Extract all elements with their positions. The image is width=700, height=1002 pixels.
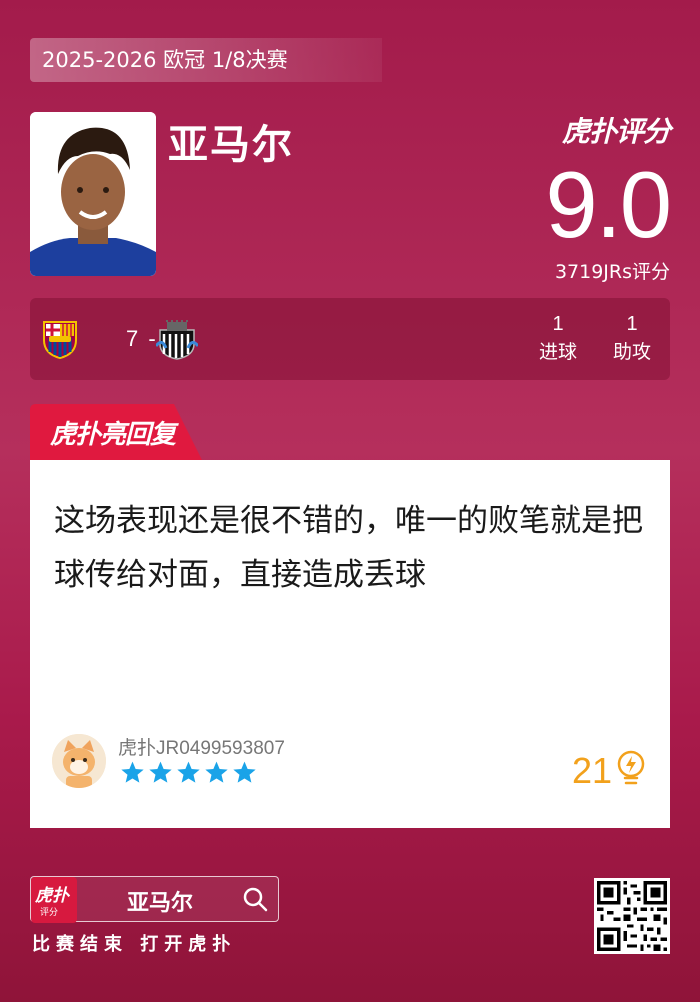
highlight-reply-tab: 虎扑亮回复 [30,404,202,460]
newcastle-crest-icon [156,320,198,360]
assists-value: 1 [626,313,638,335]
reply-card: 这场表现还是很不错的，唯一的败笔就是把球传给对面，直接造成丢球 虎扑JR0499… [30,460,670,828]
app-icon-text: 虎扑 [35,886,69,906]
barcelona-crest-icon [43,321,77,360]
goals-label: 进球 [538,341,577,363]
season-banner: 2025-2026 欧冠 1/8决赛 [30,38,382,82]
player-portrait-icon [30,112,156,276]
qr-code-icon [597,881,667,951]
match-summary: 7 - 2 1 进球 1 助攻 [30,298,670,380]
player-score: 9.0 [545,152,672,257]
qr-code [594,878,670,954]
star-rating [120,760,257,785]
hupu-rating-logo: 虎扑评分 [561,115,671,148]
assists-label: 助攻 [612,341,651,363]
like-count: 21 [571,750,612,791]
app-icon-subtext: 评分 [40,908,59,918]
star-icon [205,761,228,783]
highlight-reply-label: 虎扑亮回复 [50,420,176,450]
player-photo [30,112,156,276]
assists-stat: 1 助攻 [602,310,662,366]
search-query: 亚马尔 [127,891,194,916]
reply-username[interactable]: 虎扑JR0499593807 [118,733,285,760]
hupu-app-icon: 虎扑 评分 [31,877,77,923]
reply-text: 这场表现还是很不错的，唯一的败笔就是把球传给对面，直接造成丢球 [54,503,643,593]
star-icon [177,761,200,783]
lightbulb-icon[interactable] [616,750,646,790]
fox-avatar-icon [52,734,106,788]
rating-count: 3719JRs评分 [554,261,670,283]
star-icon [149,761,172,783]
app-search-box[interactable]: 虎扑 评分 亚马尔 [30,876,279,923]
star-icon [121,761,144,783]
player-name: 亚马尔 [168,122,294,168]
goals-stat: 1 进球 [528,310,588,366]
goals-value: 1 [552,313,564,335]
star-icon [233,761,256,783]
footer-caption: 比赛结束 打开虎扑 [32,934,237,955]
search-icon[interactable] [242,886,268,912]
user-avatar[interactable] [52,734,106,788]
